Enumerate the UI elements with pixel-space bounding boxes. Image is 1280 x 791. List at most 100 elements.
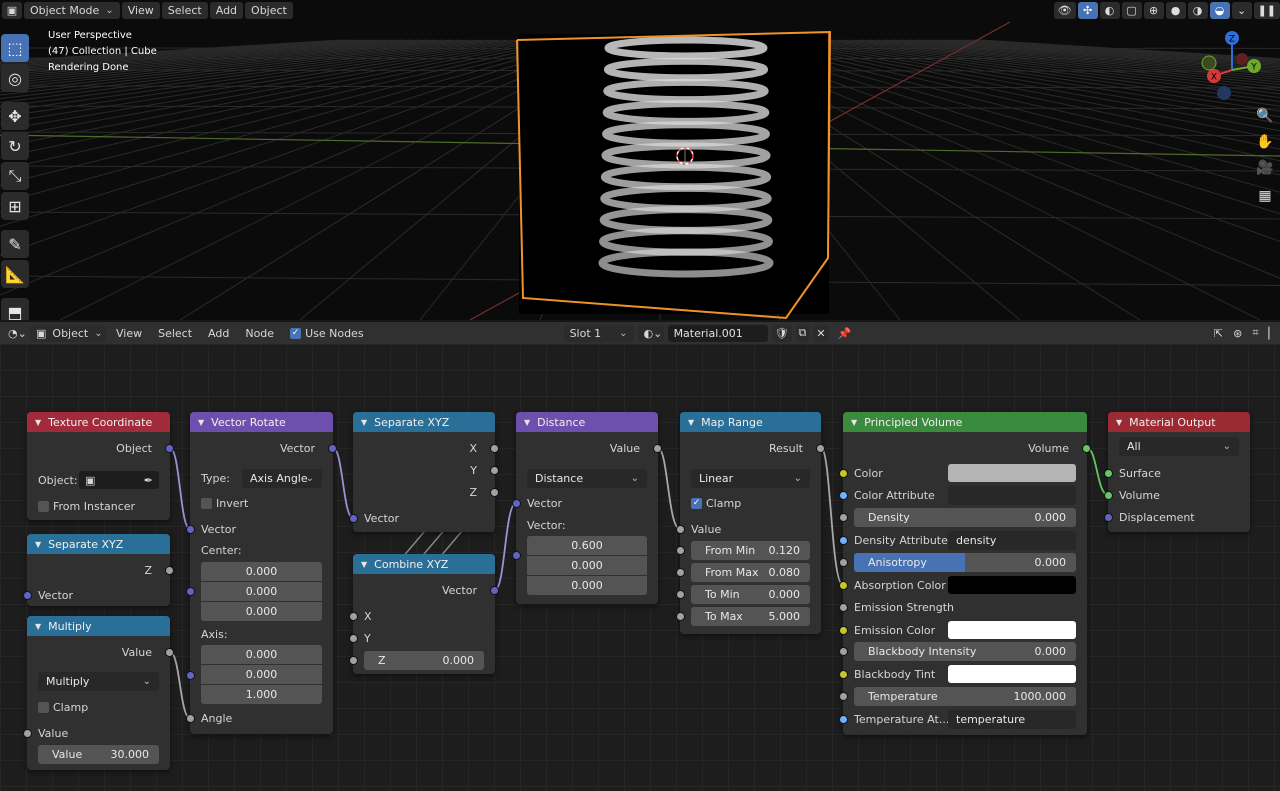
- navigation-gizmo[interactable]: Z Y X: [1192, 26, 1272, 116]
- input-anisotropy-socket[interactable]: [839, 558, 848, 567]
- menu-select[interactable]: Select: [152, 325, 198, 342]
- z-field[interactable]: Z 0.000: [364, 651, 484, 670]
- eyedropper-icon[interactable]: ✒: [144, 474, 153, 487]
- add-cube-icon[interactable]: ⬒: [1, 298, 29, 320]
- input-absorption-color-socket[interactable]: [839, 580, 848, 590]
- center-x-field[interactable]: 0.000: [201, 562, 322, 581]
- unlink-material-icon[interactable]: ✕: [813, 324, 829, 342]
- collapse-icon[interactable]: ▼: [688, 418, 694, 427]
- vector-y-field[interactable]: 0.000: [527, 556, 647, 575]
- vector-x-field[interactable]: 0.600: [527, 536, 647, 555]
- node-map-range[interactable]: ▼Map Range Result Linear ✓Clamp Value Fr…: [676, 412, 825, 634]
- input-blackbody-tint-socket[interactable]: [839, 669, 848, 679]
- shading-rendered-icon[interactable]: ◒: [1209, 1, 1230, 19]
- collapse-icon[interactable]: ▼: [198, 418, 204, 427]
- mode-selector[interactable]: Object Mode: [24, 1, 120, 19]
- slot-selector[interactable]: Slot 1: [563, 324, 634, 342]
- center-y-field[interactable]: 0.000: [201, 582, 322, 601]
- value-field[interactable]: Value 30.000: [38, 745, 159, 764]
- input-angle-socket[interactable]: [186, 713, 195, 723]
- pin-icon[interactable]: 📌: [833, 325, 857, 342]
- input-x-socket[interactable]: [349, 611, 358, 621]
- measure-icon[interactable]: 📐: [1, 260, 29, 288]
- color-swatch[interactable]: [948, 464, 1076, 482]
- output-result-socket[interactable]: [816, 443, 825, 453]
- object-picker[interactable]: ▣ ✒: [79, 471, 159, 489]
- select-box-icon[interactable]: ⬚: [1, 34, 29, 62]
- axis-y-field[interactable]: 0.000: [201, 665, 322, 684]
- absorption-color-swatch[interactable]: [948, 576, 1076, 594]
- menu-add[interactable]: Add: [202, 325, 235, 342]
- node-header[interactable]: ▼ Distance: [516, 412, 658, 432]
- node-header[interactable]: ▼ Material Output: [1108, 412, 1250, 432]
- node-multiply[interactable]: ▼Multiply Value Multiply Clamp Value Val…: [23, 616, 174, 770]
- output-z-socket[interactable]: [165, 565, 174, 575]
- node-header[interactable]: ▼ Separate XYZ: [27, 534, 170, 554]
- input-y-socket[interactable]: [349, 633, 358, 643]
- shading-options-icon[interactable]: ⌄: [1231, 1, 1252, 19]
- node-header[interactable]: ▼ Texture Coordinate: [27, 412, 170, 432]
- from-instancer-toggle[interactable]: From Instancer: [38, 500, 135, 513]
- collapse-icon[interactable]: ▼: [35, 622, 41, 631]
- target-dropdown[interactable]: All: [1119, 437, 1239, 456]
- input-color-attribute-socket[interactable]: [839, 490, 848, 500]
- interpolation-dropdown[interactable]: Linear: [691, 469, 810, 488]
- node-distance[interactable]: ▼Distance Value Distance Vector Vector: …: [512, 412, 662, 604]
- collapse-icon[interactable]: ▼: [361, 418, 367, 427]
- input-density-socket[interactable]: [839, 513, 848, 522]
- menu-view[interactable]: View: [110, 325, 148, 342]
- vector-z-field[interactable]: 0.000: [527, 576, 647, 595]
- clamp-toggle[interactable]: Clamp: [38, 701, 88, 714]
- input-value-socket[interactable]: [23, 728, 32, 738]
- output-z-socket[interactable]: [490, 487, 499, 497]
- temperature-attribute-field[interactable]: temperature: [948, 710, 1076, 729]
- output-vector-socket[interactable]: [490, 585, 499, 595]
- sidebar-toggle-icon[interactable]: ▏: [1266, 325, 1280, 342]
- axis-z-field[interactable]: 1.000: [201, 685, 322, 704]
- input-value-socket[interactable]: [676, 524, 685, 534]
- shader-type-selector[interactable]: ▣ Object: [30, 324, 106, 342]
- node-vector-rotate[interactable]: ▼Vector Rotate Vector Type: Axis Angle I…: [186, 412, 337, 734]
- output-x-socket[interactable]: [490, 443, 499, 453]
- to-min-field[interactable]: To Min 0.000: [691, 585, 810, 604]
- editor-type-icon[interactable]: ◔⌄: [2, 325, 27, 342]
- operation-dropdown[interactable]: Distance: [527, 469, 647, 488]
- from-max-field[interactable]: From Max 0.080: [691, 563, 810, 582]
- to-max-field[interactable]: To Max 5.000: [691, 607, 810, 626]
- camera-icon[interactable]: 🎥: [1252, 156, 1278, 180]
- 3d-viewport[interactable]: ▣ Object Mode View Select Add Object 👁 ✣…: [0, 0, 1280, 320]
- input-vector-socket[interactable]: [512, 498, 521, 508]
- node-canvas[interactable]: ▼ Texture Coordinate Object Object: ▣ ✒ Fr…: [0, 344, 1280, 791]
- input-vector-socket[interactable]: [349, 513, 358, 523]
- input-color-socket[interactable]: [839, 468, 848, 478]
- invert-toggle[interactable]: Invert: [201, 497, 248, 510]
- visibility-icon[interactable]: 👁: [1053, 1, 1076, 19]
- perspective-grid-icon[interactable]: ▦: [1252, 184, 1278, 208]
- input-emission-strength-socket[interactable]: [839, 602, 848, 612]
- input-to-max-socket[interactable]: [676, 612, 685, 621]
- output-object-socket[interactable]: [165, 443, 174, 453]
- temperature-field[interactable]: Temperature 1000.000: [854, 687, 1076, 706]
- menu-object[interactable]: Object: [245, 1, 293, 19]
- node-header[interactable]: ▼ Separate XYZ: [353, 412, 495, 432]
- shading-solid-icon[interactable]: ●: [1165, 1, 1186, 19]
- use-nodes-toggle[interactable]: ✓ Use Nodes: [284, 325, 370, 342]
- blackbody-tint-swatch[interactable]: [948, 665, 1076, 683]
- input-to-min-socket[interactable]: [676, 590, 685, 599]
- node-header[interactable]: ▼ Combine XYZ: [353, 554, 495, 574]
- input-vector2-socket[interactable]: [512, 551, 521, 560]
- input-emission-color-socket[interactable]: [839, 625, 848, 635]
- input-from-min-socket[interactable]: [676, 546, 685, 555]
- duplicate-material-icon[interactable]: ⧉: [795, 324, 810, 342]
- collapse-icon[interactable]: ▼: [35, 540, 41, 549]
- xray-toggle-icon[interactable]: ▢: [1121, 1, 1142, 19]
- node-texture-coordinate[interactable]: ▼ Texture Coordinate Object Object: ▣ ✒ Fr…: [27, 412, 174, 520]
- output-y-socket[interactable]: [490, 465, 499, 475]
- gizmo-toggle-icon[interactable]: ✣: [1077, 1, 1098, 19]
- node-separate-xyz[interactable]: ▼ Separate XYZ X Y Z Vector: [349, 412, 499, 532]
- density-attribute-field[interactable]: density: [948, 531, 1076, 550]
- pan-hand-icon[interactable]: ✋: [1252, 130, 1278, 154]
- input-temperature-attribute-socket[interactable]: [839, 714, 848, 724]
- node-principled-volume[interactable]: ▼ Principled Volume Volume Color Color At…: [839, 412, 1091, 735]
- input-temperature-socket[interactable]: [839, 692, 848, 701]
